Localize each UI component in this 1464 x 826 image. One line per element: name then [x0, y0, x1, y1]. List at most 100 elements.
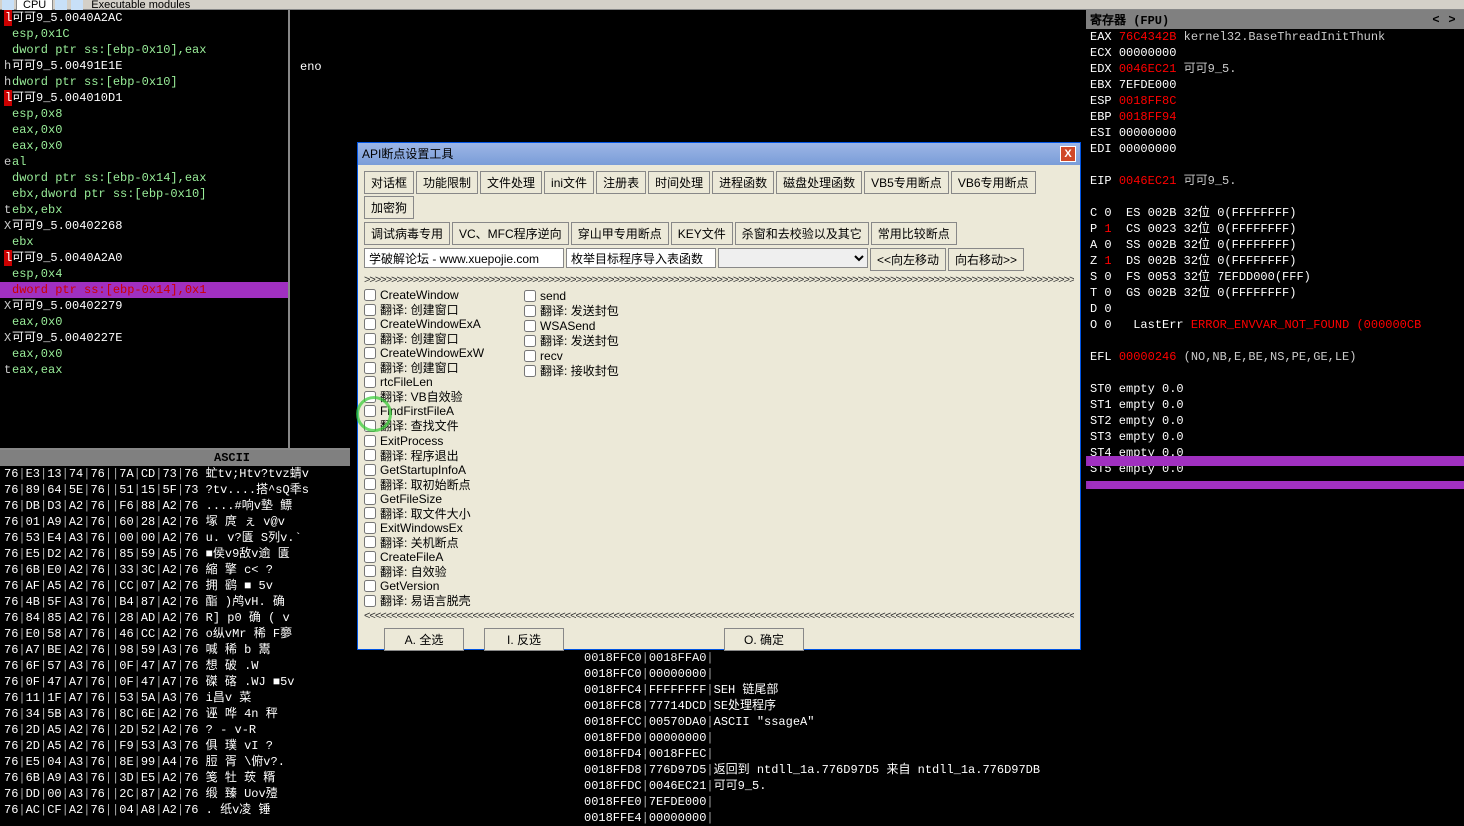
hex-row[interactable]: 76|4B|5F|A3|76||B4|87|A2|76 酯 )鸬vH. 确: [0, 594, 350, 610]
hex-row[interactable]: 76|0F|47|A7|76||0F|47|A7|76 磔 碦 .WJ ■5v: [0, 674, 350, 690]
disasm-line[interactable]: eax,0x0: [0, 346, 288, 362]
stack-row[interactable]: 0018FFC4|FFFFFFFF|SEH 链尾部: [580, 682, 1086, 698]
category-tab[interactable]: 对话框: [364, 171, 414, 194]
api-checkbox[interactable]: 翻译: 发送封包: [524, 303, 619, 318]
reg-line[interactable]: EFL 00000246 (NO,NB,E,BE,NS,PE,GE,LE): [1086, 349, 1464, 365]
disasm-line[interactable]: l可可9_5.0040A2A0: [0, 250, 288, 266]
api-checkbox[interactable]: 翻译: 发送封包: [524, 333, 619, 348]
stack-row[interactable]: 0018FFE0|7EFDE000|: [580, 794, 1086, 810]
reg-line[interactable]: [1086, 189, 1464, 205]
disasm-pane[interactable]: l可可9_5.0040A2AC esp,0x1C dword ptr ss:[e…: [0, 10, 290, 448]
disasm-line[interactable]: eax,0x0: [0, 314, 288, 330]
api-checkbox[interactable]: 翻译: 自效验: [364, 564, 484, 579]
disasm-line[interactable]: dword ptr ss:[ebp-0x10],eax: [0, 42, 288, 58]
category-tab[interactable]: 加密狗: [364, 196, 414, 219]
api-checkbox[interactable]: 翻译: 易语言脱壳: [364, 593, 484, 608]
category-tab[interactable]: 磁盘处理函数: [776, 171, 862, 194]
category-tab[interactable]: 进程函数: [712, 171, 774, 194]
hex-row[interactable]: 76|6B|E0|A2|76||33|3C|A2|76 縮 擎 c< ?: [0, 562, 350, 578]
reg-line[interactable]: T 0 GS 002B 32位 0(FFFFFFFF): [1086, 285, 1464, 301]
stack-pane[interactable]: 0018FFC0|0018FFA0|0018FFC0|00000000|0018…: [580, 650, 1086, 824]
api-checkbox[interactable]: 翻译: 创建窗口: [364, 331, 484, 346]
disasm-line[interactable]: eax,0x0: [0, 138, 288, 154]
category-tab[interactable]: 注册表: [596, 171, 646, 194]
disasm-line[interactable]: dword ptr ss:[ebp-0x14],eax: [0, 170, 288, 186]
api-checkbox[interactable]: 翻译: 取文件大小: [364, 506, 484, 521]
disasm-line[interactable]: esp,0x8: [0, 106, 288, 122]
api-checkbox[interactable]: 翻译: 创建窗口: [364, 302, 484, 317]
api-checkbox[interactable]: 翻译: 查找文件: [364, 418, 484, 433]
hex-row[interactable]: 76|2D|A5|A2|76||F9|53|A3|76 俱 璞 vI ?: [0, 738, 350, 754]
reg-line[interactable]: S 0 FS 0053 32位 7EFDD000(FFF): [1086, 269, 1464, 285]
stack-row[interactable]: 0018FFCC|00570DA0|ASCII "ssageA": [580, 714, 1086, 730]
disasm-line[interactable]: X可可9_5.00402268: [0, 218, 288, 234]
api-checkbox[interactable]: 翻译: 接收封包: [524, 363, 619, 378]
hex-row[interactable]: 76|11|1F|A7|76||53|5A|A3|76 i昌v 菜: [0, 690, 350, 706]
disasm-line[interactable]: dword ptr ss:[ebp-0x14],0x1: [0, 282, 288, 298]
reg-line[interactable]: [1086, 333, 1464, 349]
stack-row[interactable]: 0018FFC0|00000000|: [580, 666, 1086, 682]
reg-line[interactable]: ESI 00000000: [1086, 125, 1464, 141]
api-checkbox[interactable]: FindFirstFileA: [364, 404, 484, 418]
category-tab[interactable]: 时间处理: [648, 171, 710, 194]
hex-row[interactable]: 76|53|E4|A3|76||00|00|A2|76 u. v?匱 S列v.`: [0, 530, 350, 546]
hex-row[interactable]: 76|E5|D2|A2|76||85|59|A5|76 ■侯v9敌v逾 匱: [0, 546, 350, 562]
api-checkbox[interactable]: CreateWindowExA: [364, 317, 484, 331]
disasm-line[interactable]: hdword ptr ss:[ebp-0x10]: [0, 74, 288, 90]
hex-row[interactable]: 76|E0|58|A7|76||46|CC|A2|76 o纵vMr 稀 F夣: [0, 626, 350, 642]
category-tab[interactable]: VB5专用断点: [864, 171, 949, 194]
select-all-button[interactable]: A. 全选: [384, 628, 464, 651]
nav-left-button[interactable]: <<向左移动: [870, 248, 946, 271]
category-tab[interactable]: KEY文件: [671, 222, 733, 245]
nav-right-button[interactable]: 向右移动>>: [948, 248, 1024, 271]
api-checkbox[interactable]: ExitProcess: [364, 433, 484, 447]
hex-row[interactable]: 76|6F|57|A3|76||0F|47|A7|76 想 破 .W: [0, 658, 350, 674]
disasm-line[interactable]: eal: [0, 154, 288, 170]
category-tab[interactable]: 穿山甲专用断点: [571, 222, 669, 245]
disasm-line[interactable]: l可可9_5.004010D1: [0, 90, 288, 106]
reg-line[interactable]: Z 1 DS 002B 32位 0(FFFFFFFF): [1086, 253, 1464, 269]
hex-row[interactable]: 76|DD|00|A3|76||2C|87|A2|76 缎 臻 Uov殪: [0, 786, 350, 802]
category-tab[interactable]: VB6专用断点: [951, 171, 1036, 194]
category-tab[interactable]: 常用比较断点: [871, 222, 957, 245]
hex-pane[interactable]: ASCII 76|E3|13|74|76||7A|CD|73|76 虻tv;Ht…: [0, 448, 350, 824]
dialog-titlebar[interactable]: API断点设置工具 X: [358, 143, 1080, 165]
api-checkbox[interactable]: 翻译: VB自效验: [364, 389, 484, 404]
stack-row[interactable]: 0018FFC8|77714DCD|SE处理程序: [580, 698, 1086, 714]
reg-line[interactable]: ST2 empty 0.0: [1086, 413, 1464, 429]
disasm-line[interactable]: tebx,ebx: [0, 202, 288, 218]
disasm-line[interactable]: l可可9_5.0040A2AC: [0, 10, 288, 26]
registers-pane[interactable]: 寄存器 (FPU) < > EAX 76C4342B kernel32.Base…: [1086, 10, 1464, 466]
api-checkbox[interactable]: GetFileSize: [364, 492, 484, 506]
reg-line[interactable]: ECX 00000000: [1086, 45, 1464, 61]
import-select[interactable]: [718, 248, 868, 268]
category-tab[interactable]: 文件处理: [480, 171, 542, 194]
stack-row[interactable]: 0018FFDC|0046EC21|可可9_5.: [580, 778, 1086, 794]
category-tab[interactable]: ini文件: [544, 171, 594, 194]
hex-row[interactable]: 76|E3|13|74|76||7A|CD|73|76 虻tv;Htv?tvz蜻…: [0, 466, 350, 482]
ok-button[interactable]: O. 确定: [724, 628, 804, 651]
disasm-line[interactable]: teax,eax: [0, 362, 288, 378]
api-checkbox[interactable]: GetVersion: [364, 579, 484, 593]
hex-row[interactable]: 76|AF|A5|A2|76||CC|07|A2|76 拥 鹞 ■ 5v: [0, 578, 350, 594]
api-checkbox[interactable]: CreateFileA: [364, 550, 484, 564]
api-checkbox[interactable]: 翻译: 取初始断点: [364, 477, 484, 492]
hex-row[interactable]: 76|89|64|5E|76||51|15|5F|73 ?tv....搭^sQ秊…: [0, 482, 350, 498]
category-tab[interactable]: 功能限制: [416, 171, 478, 194]
reg-line[interactable]: EBX 7EFDE000: [1086, 77, 1464, 93]
disasm-line[interactable]: ebx: [0, 234, 288, 250]
reg-line[interactable]: P 1 CS 0023 32位 0(FFFFFFFF): [1086, 221, 1464, 237]
hex-row[interactable]: 76|34|5B|A3|76||8C|6E|A2|76 诬 哗 4n 秤: [0, 706, 350, 722]
invert-button[interactable]: I. 反选: [484, 628, 564, 651]
category-tab[interactable]: 调试病毒专用: [364, 222, 450, 245]
api-checkbox[interactable]: 翻译: 创建窗口: [364, 360, 484, 375]
api-checkbox[interactable]: WSASend: [524, 318, 619, 333]
reg-line[interactable]: EAX 76C4342B kernel32.BaseThreadInitThun…: [1086, 29, 1464, 45]
disasm-line[interactable]: X可可9_5.0040227E: [0, 330, 288, 346]
reg-line[interactable]: O 0 LastErr ERROR_ENVVAR_NOT_FOUND (0000…: [1086, 317, 1464, 333]
reg-line[interactable]: ST1 empty 0.0: [1086, 397, 1464, 413]
hex-row[interactable]: 76|01|A9|A2|76||60|28|A2|76 塚 庹 ぇ v@v: [0, 514, 350, 530]
disasm-line[interactable]: h可可9_5.00491E1E: [0, 58, 288, 74]
reg-line[interactable]: C 0 ES 002B 32位 0(FFFFFFFF): [1086, 205, 1464, 221]
api-checkbox[interactable]: send: [524, 288, 619, 303]
